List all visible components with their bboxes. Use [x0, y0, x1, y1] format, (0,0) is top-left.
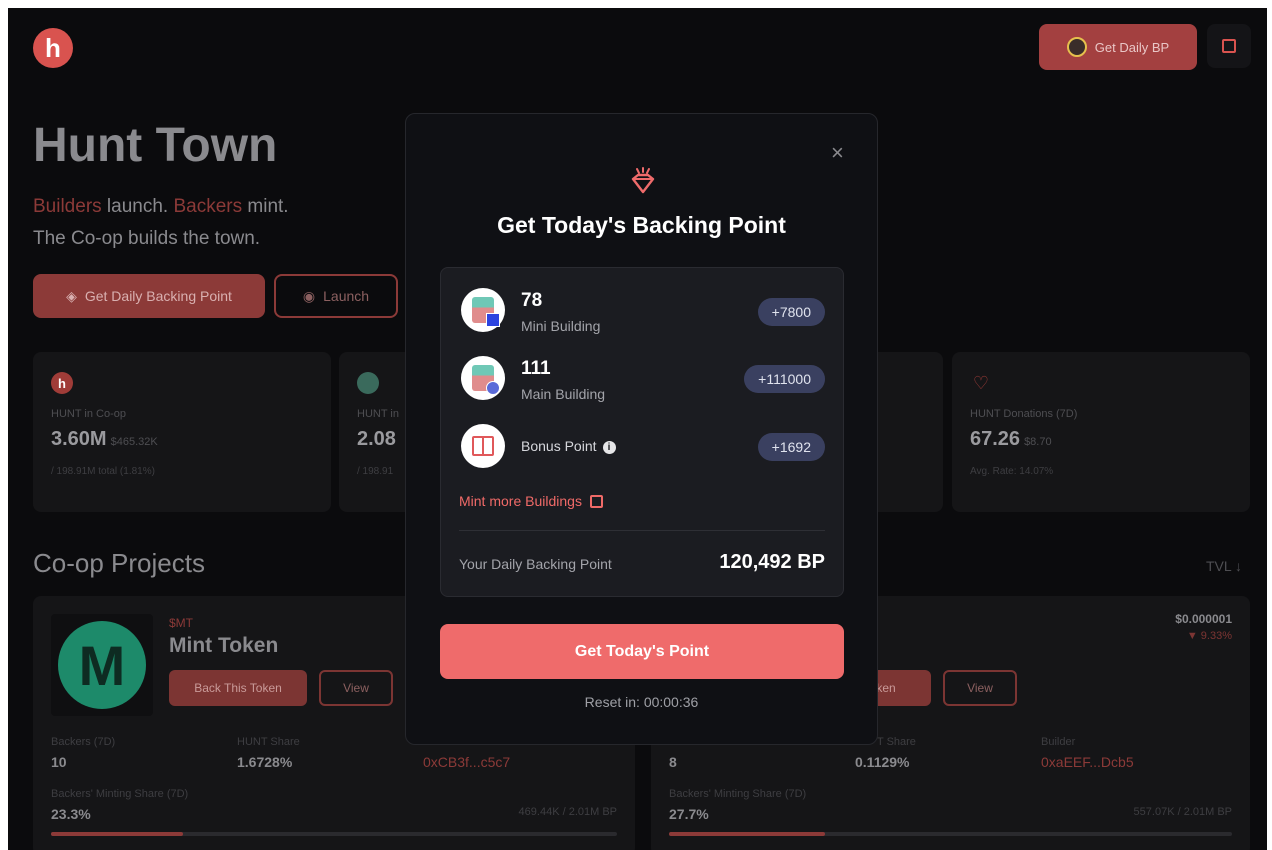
hero-btn-daily-label: Get Daily Backing Point [84, 288, 232, 304]
info-icon[interactable]: i [602, 440, 616, 454]
menu-button[interactable] [1207, 24, 1251, 68]
stat-label: HUNT in Co-op [51, 408, 126, 420]
diamond-icon [631, 167, 655, 194]
rocket-icon: ◉ [302, 287, 316, 304]
mint-more-label: Mint more Buildings [459, 493, 582, 509]
hunt-town-logo[interactable]: h [33, 28, 73, 68]
minting-share-value: 27.7% [669, 806, 709, 822]
bp-coin-icon [1066, 37, 1087, 57]
hunt-share-label: T Share [877, 736, 916, 748]
points-breakdown: 78 Mini Building +7800 111 Main Building… [440, 267, 844, 597]
hero-btn-launch-label: Launch [323, 288, 370, 304]
get-todays-point-button[interactable]: Get Today's Point [440, 624, 844, 679]
bp-progress-text: 557.07K / 2.01M BP [1133, 806, 1232, 818]
get-daily-backing-point-button[interactable]: ◈ Get Daily Backing Point [33, 274, 265, 318]
hunt-share-value: 1.6728% [237, 754, 293, 770]
mint-logo-mark: M [58, 621, 146, 709]
bonus-points: +1692 [757, 433, 825, 461]
divider [459, 530, 825, 531]
mint-more-buildings-link[interactable]: Mint more Buildings [459, 493, 603, 509]
mini-building-count: 78 [521, 290, 543, 311]
minting-progress-bar [51, 832, 617, 836]
stat-card-hunt-in-coop: h HUNT in Co-op 3.60M $465.32K / 198.91M … [33, 352, 331, 512]
building-icon [357, 372, 379, 394]
modal-title: Get Today's Backing Point [497, 212, 786, 238]
donation-hand-icon: ♡ [972, 372, 990, 393]
back-this-token-button[interactable]: Back This Token [169, 670, 307, 706]
reset-time: 00:00:36 [643, 694, 699, 710]
stat-sub: Avg. Rate: 14.07% [970, 466, 1054, 477]
builder-address[interactable]: 0xCB3f...c5c7 [423, 754, 510, 770]
stat-card-hunt-donations: ♡ HUNT Donations (7D) 67.26 $8.70 Avg. Ra… [952, 352, 1250, 512]
reset-timer: Reset in: 00:00:36 [406, 694, 877, 710]
token-price: $0.000001 [1175, 612, 1232, 626]
stat-label: HUNT Donations (7D) [970, 408, 1078, 420]
minting-share-value: 23.3% [51, 806, 91, 822]
stat-value: 67.26 $8.70 [970, 428, 1052, 450]
minting-progress-fill [669, 832, 825, 836]
gift-icon [461, 424, 505, 468]
get-daily-bp-button[interactable]: Get Daily BP [1039, 24, 1197, 70]
minting-share-label: Backers' Minting Share (7D) [51, 788, 189, 800]
page-title: Hunt Town [33, 119, 278, 172]
builder-label: Builder [1041, 736, 1076, 748]
reset-label: Reset in: [584, 694, 640, 710]
view-button[interactable]: View [319, 670, 393, 706]
minting-progress-fill [51, 832, 183, 836]
mini-building-label: Mini Building [521, 318, 601, 334]
backers-value: 8 [669, 754, 677, 770]
section-title: Co-op Projects [33, 548, 205, 578]
minting-share-label: Backers' Minting Share (7D) [669, 788, 807, 800]
backing-point-modal: × Get Today's Backing Point 78 Mini Buil… [405, 113, 878, 745]
minting-progress-bar [669, 832, 1232, 836]
mini-building-points: +7800 [757, 298, 825, 326]
menu-icon [1222, 39, 1236, 53]
tagline-line2: The Co-op builds the town. [33, 228, 261, 249]
main-building-label: Main Building [521, 386, 606, 402]
bp-progress-text: 469.44K / 2.01M BP [518, 806, 617, 818]
hunt-coin-icon: h [51, 372, 73, 394]
backers-label: Backers (7D) [51, 736, 116, 748]
close-icon[interactable]: × [831, 142, 844, 164]
bonus-point-label: Bonus Point i [521, 438, 616, 454]
mini-building-icon [461, 288, 505, 332]
main-building-count: 111 [521, 358, 551, 379]
hero-tagline: Builders launch. Backers mint. The Co-op… [33, 191, 289, 255]
project-logo: M [51, 614, 153, 716]
sort-tvl-dropdown[interactable]: TVL ↓ [1206, 558, 1242, 574]
app-root: h Get Daily BP Hunt Town Builders launch… [8, 8, 1267, 850]
tagline-launch: launch. [101, 196, 174, 217]
main-building-points: +111000 [744, 365, 825, 393]
get-daily-bp-label: Get Daily BP [1094, 39, 1170, 55]
builder-address[interactable]: 0xaEEF...Dcb5 [1041, 754, 1134, 770]
stat-label: HUNT in [357, 408, 399, 420]
daily-backing-point-value: 120,492 BP [719, 551, 825, 573]
hunt-share-label: HUNT Share [237, 736, 300, 748]
view-button[interactable]: View [943, 670, 1017, 706]
stat-value: 2.08 [357, 428, 396, 450]
stat-value: 3.60M $465.32K [51, 428, 158, 450]
external-link-icon [589, 494, 603, 508]
tagline-mint: mint. [242, 196, 289, 217]
tagline-builders: Builders [33, 196, 102, 217]
project-name: Mint Token [169, 634, 279, 657]
hunt-share-value: 0.1129% [855, 754, 910, 770]
tagline-backers: Backers [173, 196, 243, 217]
stat-sub: / 198.91M total (1.81%) [51, 466, 155, 477]
backers-value: 10 [51, 754, 67, 770]
daily-backing-point-label: Your Daily Backing Point [459, 556, 612, 572]
stat-sub: / 198.91 [357, 466, 394, 477]
price-change: ▼ 9.33% [1186, 630, 1232, 642]
project-ticker: $MT [169, 616, 193, 630]
diamond-icon: ◈ [66, 287, 77, 304]
main-building-icon [461, 356, 505, 400]
launch-button[interactable]: ◉ Launch [274, 274, 398, 318]
